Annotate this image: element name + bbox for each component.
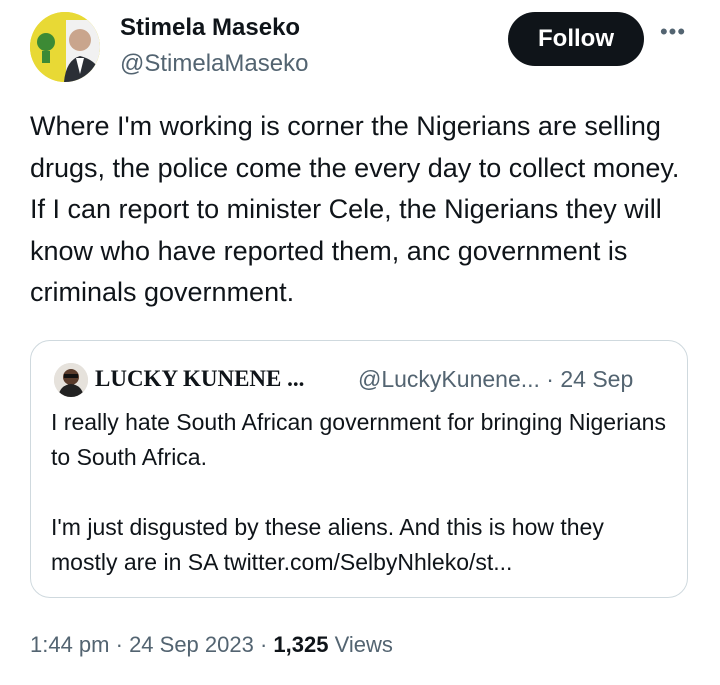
quote-author-avatar	[54, 363, 88, 397]
more-horizontal-icon[interactable]: •••	[658, 21, 688, 43]
tweet-time[interactable]: 1:44 pm	[30, 632, 110, 657]
quote-date: · 24 Sep	[546, 366, 634, 392]
quote-author-name: LUCKY KUNENE ...	[95, 366, 305, 391]
tweet-meta: 1:44 pm · 24 Sep 2023 · 1,325 Views	[30, 632, 393, 658]
profile-photo	[30, 12, 100, 82]
tweet-text: Where I'm working is corner the Nigerian…	[30, 111, 680, 307]
author-handle[interactable]: @StimelaMaseko	[120, 50, 308, 78]
meta-separator: ·	[253, 632, 274, 657]
views-count: 1,325	[273, 632, 329, 657]
follow-button[interactable]: Follow	[508, 12, 644, 66]
quote-text: I really hate South African government f…	[51, 409, 666, 575]
quoted-tweet[interactable]: LUCKY KUNENE ... @LuckyKunene... · 24 Se…	[30, 340, 688, 598]
quote-author-handle: @LuckyKunene...	[358, 366, 540, 392]
author-avatar[interactable]	[30, 12, 100, 82]
tweet-date[interactable]: 24 Sep 2023	[129, 632, 254, 657]
quote-handle-date: @LuckyKunene... · 24 Sep	[358, 366, 633, 393]
meta-separator: ·	[109, 632, 130, 657]
quote-profile-photo	[54, 363, 88, 397]
views-label: Views	[328, 632, 393, 657]
author-display-name[interactable]: Stimela Maseko	[120, 14, 300, 42]
